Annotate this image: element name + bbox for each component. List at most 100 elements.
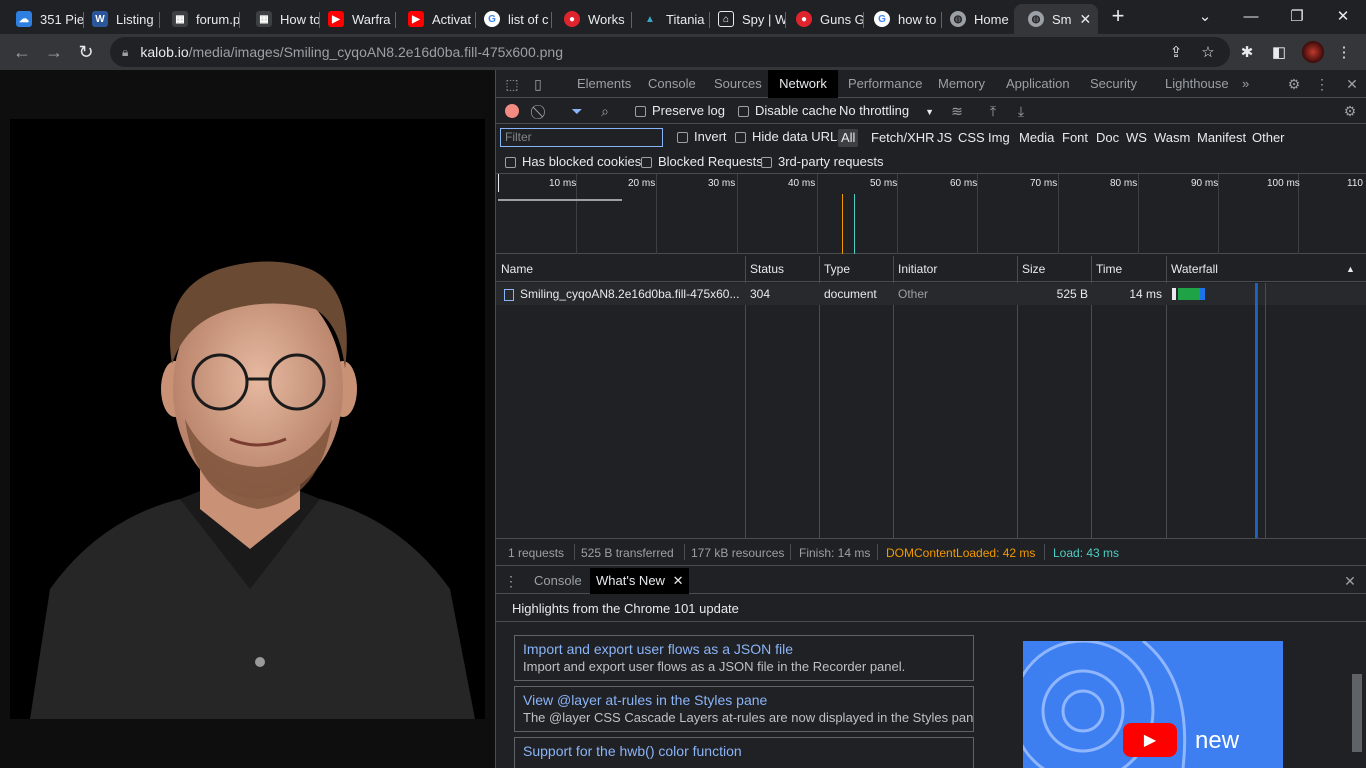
filter-input[interactable]: Filter — [500, 128, 663, 147]
hide-data-urls-checkbox[interactable]: Hide data URLs — [735, 129, 844, 144]
column-waterfall[interactable]: Waterfall — [1166, 256, 1218, 282]
devtools-menu-icon[interactable]: ⋮ — [1314, 76, 1330, 92]
filter-type-fetch-xhr[interactable]: Fetch/XHR — [868, 129, 938, 147]
chrome-menu-icon[interactable]: ⋮ — [1334, 42, 1354, 62]
import-har-icon[interactable]: ⤒ — [985, 103, 1001, 119]
clear-icon[interactable]: ⃠ — [533, 103, 549, 119]
tab-performance[interactable]: Performance — [848, 70, 922, 98]
close-devtools-icon[interactable]: ✕ — [1344, 76, 1360, 92]
browser-tab[interactable]: ▶ Activat — [392, 4, 476, 34]
browser-tab[interactable]: ▦ How to — [240, 4, 320, 34]
reload-icon[interactable]: ↻ — [74, 40, 98, 64]
blocked-requests-checkbox[interactable]: Blocked Requests — [641, 154, 763, 169]
drawer-scrollbar[interactable] — [1351, 662, 1363, 768]
filter-type-css[interactable]: CSS — [955, 129, 988, 147]
filter-type-all[interactable]: All — [838, 129, 859, 147]
tab-elements[interactable]: Elements — [577, 70, 631, 98]
invert-checkbox[interactable]: Invert — [677, 129, 727, 144]
network-settings-icon[interactable]: ⚙ — [1342, 103, 1358, 119]
new-tab-button[interactable]: + — [1096, 0, 1140, 32]
close-tab-icon[interactable]: ✕ — [1080, 11, 1092, 28]
browser-tab[interactable]: W Listing — [76, 4, 160, 34]
drawer-menu-icon[interactable]: ⋮ — [504, 573, 518, 589]
window-close-button[interactable]: ✕ — [1320, 0, 1366, 32]
news-item[interactable]: Support for the hwb() color function — [514, 737, 974, 768]
back-icon[interactable]: ← — [10, 40, 34, 64]
filter-type-manifest[interactable]: Manifest — [1194, 129, 1249, 147]
browser-tab[interactable]: ▲ Titania — [626, 4, 710, 34]
close-drawer-icon[interactable]: ✕ — [1342, 573, 1358, 589]
minimize-button[interactable]: — — [1228, 0, 1274, 32]
side-panel-icon[interactable]: ◧ — [1269, 42, 1289, 62]
youtube-play-icon[interactable]: ▶ — [1123, 723, 1177, 757]
filter-type-other[interactable]: Other — [1249, 129, 1288, 147]
news-item-title[interactable]: Support for the hwb() color function — [523, 742, 965, 760]
filter-type-media[interactable]: Media — [1016, 129, 1057, 147]
column-initiator[interactable]: Initiator — [893, 256, 937, 282]
browser-tab[interactable]: ☁ 351 Pie — [0, 4, 84, 34]
browser-tab-active[interactable]: ◍ Sm ✕ — [1014, 4, 1098, 34]
news-item[interactable]: View @layer at-rules in the Styles pane … — [514, 686, 974, 732]
share-icon[interactable]: ⇪ — [1166, 42, 1186, 62]
throttling-select[interactable]: No throttling ▼ — [839, 103, 934, 118]
news-item-title[interactable]: Import and export user flows as a JSON f… — [523, 640, 965, 658]
overview-left-handle[interactable] — [498, 174, 499, 192]
filter-type-doc[interactable]: Doc — [1093, 129, 1122, 147]
tab-network[interactable]: Network — [768, 70, 838, 98]
browser-tab[interactable]: ● Guns G — [780, 4, 864, 34]
third-party-requests-checkbox[interactable]: 3rd-party requests — [761, 154, 884, 169]
video-thumbnail[interactable]: ▶ new — [1023, 641, 1283, 768]
column-time[interactable]: Time — [1091, 256, 1122, 282]
inspect-element-icon[interactable]: ⬚ — [504, 76, 520, 92]
filter-type-js[interactable]: JS — [934, 129, 955, 147]
filter-type-img[interactable]: Img — [985, 129, 1013, 147]
tab-memory[interactable]: Memory — [938, 70, 985, 98]
more-tabs-button[interactable]: » — [1242, 70, 1249, 98]
browser-tab[interactable]: ● Works — [548, 4, 632, 34]
address-bar[interactable]: 🔒︎ kalob.io/media/images/Smiling_cyqoAN8… — [110, 37, 1230, 67]
browser-tab[interactable]: G list of c — [468, 4, 552, 34]
close-tab-icon[interactable]: ✕ — [673, 573, 684, 588]
browser-tab[interactable]: ▶ Warfra — [312, 4, 396, 34]
preserve-log-checkbox[interactable]: Preserve log — [635, 103, 725, 118]
disable-cache-checkbox[interactable]: Disable cache — [738, 103, 837, 118]
export-har-icon[interactable]: ⤓ — [1013, 103, 1029, 119]
drawer-tab-console[interactable]: Console — [534, 568, 582, 594]
tab-security[interactable]: Security — [1090, 70, 1137, 98]
browser-tab[interactable]: ◍ Home — [934, 4, 1020, 34]
device-toolbar-icon[interactable]: ▯ — [530, 76, 546, 92]
filter-type-font[interactable]: Font — [1059, 129, 1091, 147]
record-icon[interactable] — [505, 104, 519, 118]
has-blocked-cookies-checkbox[interactable]: Has blocked cookies — [505, 154, 641, 169]
filter-type-wasm[interactable]: Wasm — [1151, 129, 1193, 147]
search-icon[interactable]: ⌕ — [597, 103, 613, 119]
browser-tab[interactable]: ▦ forum.p — [156, 4, 240, 34]
tab-sources[interactable]: Sources — [714, 70, 762, 98]
tab-application[interactable]: Application — [1006, 70, 1070, 98]
filter-icon[interactable]: ⏷ — [569, 103, 585, 119]
filter-type-ws[interactable]: WS — [1123, 129, 1150, 147]
forward-icon[interactable]: → — [42, 40, 66, 64]
browser-tab[interactable]: ⌂ Spy | W — [702, 4, 786, 34]
news-item[interactable]: Import and export user flows as a JSON f… — [514, 635, 974, 681]
drawer-tab-whats-new[interactable]: What's New ✕ — [590, 568, 690, 594]
extensions-icon[interactable]: ✱ — [1237, 42, 1257, 62]
column-type[interactable]: Type — [819, 256, 850, 282]
tab-console[interactable]: Console — [648, 70, 696, 98]
column-size[interactable]: Size — [1017, 256, 1045, 282]
tab-lighthouse[interactable]: Lighthouse — [1165, 70, 1229, 98]
profile-avatar[interactable] — [1302, 41, 1324, 63]
drawer-scrollbar-thumb[interactable] — [1352, 674, 1362, 752]
settings-gear-icon[interactable]: ⚙ — [1286, 76, 1302, 92]
tab-search-icon[interactable]: ⌄ — [1182, 0, 1228, 32]
network-conditions-icon[interactable]: ≋ — [948, 103, 966, 119]
table-row[interactable]: Smiling_cyqoAN8.2e16d0ba.fill-475x60... … — [496, 283, 1366, 305]
news-item-title[interactable]: View @layer at-rules in the Styles pane — [523, 691, 965, 709]
column-name[interactable]: Name — [496, 256, 533, 282]
restore-button[interactable]: ❐ — [1274, 0, 1320, 32]
bookmark-star-icon[interactable]: ☆ — [1198, 42, 1218, 62]
devtools-tabbar: ⬚ ▯ Elements Console Sources Network Per… — [496, 70, 1366, 98]
browser-tab[interactable]: G how to — [858, 4, 942, 34]
column-status[interactable]: Status — [745, 256, 784, 282]
network-overview[interactable]: 10 ms 20 ms 30 ms 40 ms 50 ms 60 ms 70 m… — [496, 174, 1366, 254]
